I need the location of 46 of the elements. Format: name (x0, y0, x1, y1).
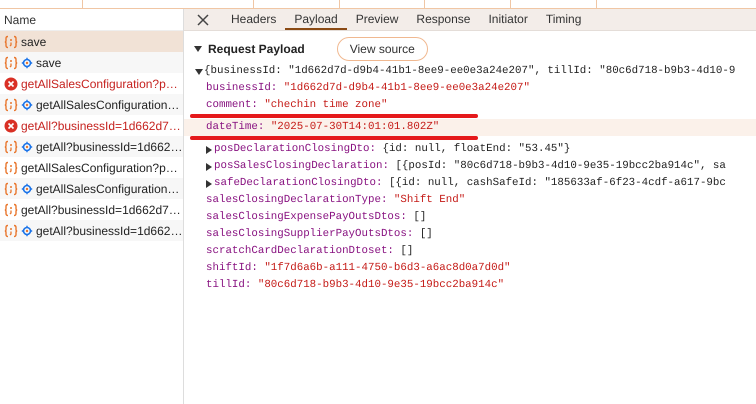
payload-line: salesClosingExpensePayOutsDtos: [] (206, 210, 426, 226)
payload-line: businessId: "1d662d7d-d9b4-41b1-8ee9-ee0e3a24e207" (206, 81, 530, 96)
request-row[interactable]: getAll?businessId=1d662d7… (0, 115, 183, 136)
json-icon (4, 182, 18, 196)
json-icon (4, 34, 18, 48)
error-icon (4, 118, 18, 132)
section-title: Request Payload (208, 41, 305, 58)
json-icon (4, 160, 18, 174)
json-icon (4, 224, 18, 238)
request-row[interactable]: save (0, 31, 183, 52)
request-row[interactable]: getAllSalesConfiguration?p… (0, 73, 183, 94)
payload-line[interactable]: posDeclarationClosingDto: {id: null, floatEnd: "53.45"} (214, 141, 570, 158)
request-row[interactable]: getAllSalesConfiguration?p… (0, 157, 183, 178)
request-row[interactable]: getAll?businessId=1d662d7… (0, 199, 183, 220)
tab[interactable]: Initiator (479, 9, 537, 30)
payload-line: dateTime: "2025-07-30T14:01:01.802Z" (206, 120, 440, 136)
json-icon (4, 56, 18, 70)
tab[interactable]: Timing (536, 9, 590, 30)
tab[interactable]: Headers (222, 9, 286, 30)
close-icon (197, 14, 209, 26)
json-icon (4, 202, 18, 216)
tab[interactable]: Response (407, 9, 480, 30)
request-row[interactable]: getAllSalesConfiguration… (0, 94, 183, 115)
expand-triangle-icon (205, 146, 213, 154)
error-icon (4, 76, 18, 90)
payload-line: comment: "chechin time zone" (206, 98, 388, 114)
request-row[interactable]: save (0, 52, 183, 73)
tab[interactable]: Payload (285, 9, 347, 30)
expand-triangle-icon (205, 162, 213, 170)
payload-line[interactable]: {businessId: "1d662d7d-d9b4-41b1-8ee9-ee0e3a24e207", tillId: "80c6d718-b9b3-4d10-9 (204, 63, 736, 80)
view-source-button[interactable]: View source (336, 37, 428, 61)
tab[interactable]: Preview (346, 9, 408, 30)
payload-line: salesClosingDeclarationType: "Shift End" (206, 193, 466, 208)
request-row[interactable]: getAll?businessId=1d662… (0, 136, 183, 157)
collapse-triangle-icon (195, 68, 203, 76)
payload-line: shiftId: "1f7d6a6b-a111-4750-b6d3-a6ac8d0a7d0d" (206, 261, 511, 276)
payload-line: salesClosingSupplierPayOutsDtos: [] (206, 227, 433, 242)
json-icon (4, 98, 18, 112)
payload-line: tillId: "80c6d718-b9b3-4d10-9e35-19bcc2ba914c" (206, 278, 504, 294)
payload-line[interactable]: safeDeclarationClosingDto: [{id: null, cashSafeId: "185633af-6f23-4cdf-a617-9bc (214, 175, 726, 192)
json-icon (4, 140, 18, 154)
payload-line: scratchCardDeclarationDtoset: [] (206, 244, 414, 260)
request-row[interactable]: getAll?businessId=1d662… (0, 220, 183, 241)
payload-line[interactable]: posSalesClosingDeclaration: [{posId: "80c6d718-b9b3-4d10-9e35-19bcc2ba914c", sa (214, 158, 726, 175)
request-row[interactable]: getAllSalesConfiguration… (0, 178, 183, 199)
expand-triangle-icon (205, 180, 213, 188)
